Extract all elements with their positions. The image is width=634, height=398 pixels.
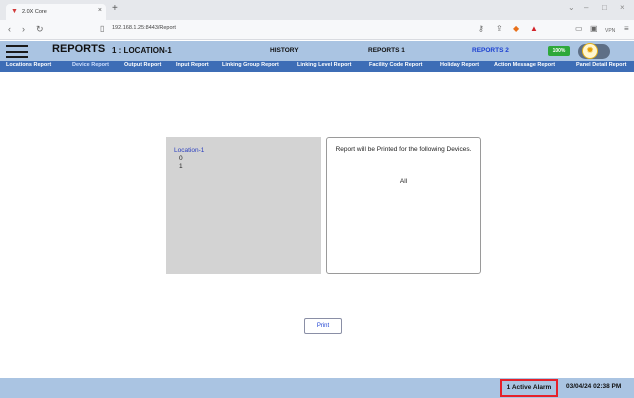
browser-tab[interactable]: ▼ 2.0X Core × xyxy=(6,4,106,20)
bookmark-icon[interactable]: ▯ xyxy=(100,24,104,33)
tab-history[interactable]: HISTORY xyxy=(270,47,299,54)
page-title: REPORTS xyxy=(52,43,106,55)
app-header: REPORTS 1 : LOCATION-1 HISTORY REPORTS 1… xyxy=(0,41,634,61)
print-info-message: Report will be Printed for the following… xyxy=(335,146,472,153)
tree-device-item[interactable]: 0 xyxy=(179,155,183,162)
url-field[interactable]: 192.168.1.25:8443/Report xyxy=(112,25,176,31)
maximize-icon[interactable]: □ xyxy=(602,3,607,12)
status-footer: 1 Active Alarm 03/04/24 02:38 PM xyxy=(0,378,634,398)
report-nav-facility-code[interactable]: Facility Code Report xyxy=(369,62,422,68)
print-scope-value: All xyxy=(399,178,408,185)
print-button[interactable]: Print xyxy=(304,318,342,334)
new-tab-button[interactable]: + xyxy=(112,3,118,14)
vpn-button[interactable]: VPN xyxy=(605,26,615,36)
location-selector[interactable]: 1 : LOCATION-1 xyxy=(112,46,172,55)
report-nav-panel-detail[interactable]: Panel Detail Report xyxy=(576,62,626,68)
report-nav-bar: Locations Report Device Report Output Re… xyxy=(0,61,634,72)
report-nav-locations[interactable]: Locations Report xyxy=(6,62,51,68)
key-icon[interactable]: ⚷ xyxy=(478,24,484,34)
report-nav-input[interactable]: Input Report xyxy=(176,62,209,68)
menu-icon[interactable]: ≡ xyxy=(624,24,629,34)
share-icon[interactable]: ⇪ xyxy=(496,24,503,34)
sidebar-icon[interactable]: ▭ xyxy=(575,24,583,34)
forward-icon[interactable]: › xyxy=(22,24,25,34)
tree-device-item[interactable]: 1 xyxy=(179,163,183,170)
close-window-icon[interactable]: × xyxy=(620,3,625,12)
report-nav-linking-level[interactable]: Linking Level Report xyxy=(297,62,351,68)
report-nav-action-message[interactable]: Action Message Report xyxy=(494,62,555,68)
report-nav-device[interactable]: Device Report xyxy=(72,62,109,68)
tab-title: 2.0X Core xyxy=(22,9,47,15)
date-time-display: 03/04/24 02:38 PM xyxy=(566,383,622,390)
app-favicon-icon: ▼ xyxy=(11,8,18,15)
tab-close-icon[interactable]: × xyxy=(98,7,102,14)
tab-reports-2[interactable]: REPORTS 2 xyxy=(472,47,509,54)
browser-tab-strip: ▼ 2.0X Core × + ⌄ – □ × xyxy=(0,0,634,20)
address-bar-row: ‹ › ↻ ▯ 192.168.1.25:8443/Report ⚷ ⇪ ◆ ▲… xyxy=(0,20,634,40)
shield-icon[interactable]: ◆ xyxy=(513,24,519,34)
battery-indicator: 100% xyxy=(548,46,570,56)
back-icon[interactable]: ‹ xyxy=(8,24,11,34)
hamburger-menu-icon[interactable] xyxy=(6,45,28,58)
minimize-icon[interactable]: – xyxy=(584,3,588,12)
reload-icon[interactable]: ↻ xyxy=(36,24,44,34)
sun-icon[interactable]: ✹ xyxy=(582,43,598,59)
tab-reports-1[interactable]: REPORTS 1 xyxy=(368,47,405,54)
active-alarm-badge[interactable]: 1 Active Alarm xyxy=(500,379,558,397)
report-nav-holiday[interactable]: Holiday Report xyxy=(440,62,479,68)
device-tree-panel: Location-1 0 1 xyxy=(166,137,321,274)
report-nav-linking-group[interactable]: Linking Group Report xyxy=(222,62,279,68)
print-info-panel: Report will be Printed for the following… xyxy=(326,137,481,274)
report-nav-output[interactable]: Output Report xyxy=(124,62,161,68)
tab-search-icon[interactable]: ⌄ xyxy=(568,3,575,12)
tree-location-item[interactable]: Location-1 xyxy=(174,147,204,154)
warning-icon[interactable]: ▲ xyxy=(530,24,538,34)
wallet-icon[interactable]: ▣ xyxy=(590,24,598,34)
